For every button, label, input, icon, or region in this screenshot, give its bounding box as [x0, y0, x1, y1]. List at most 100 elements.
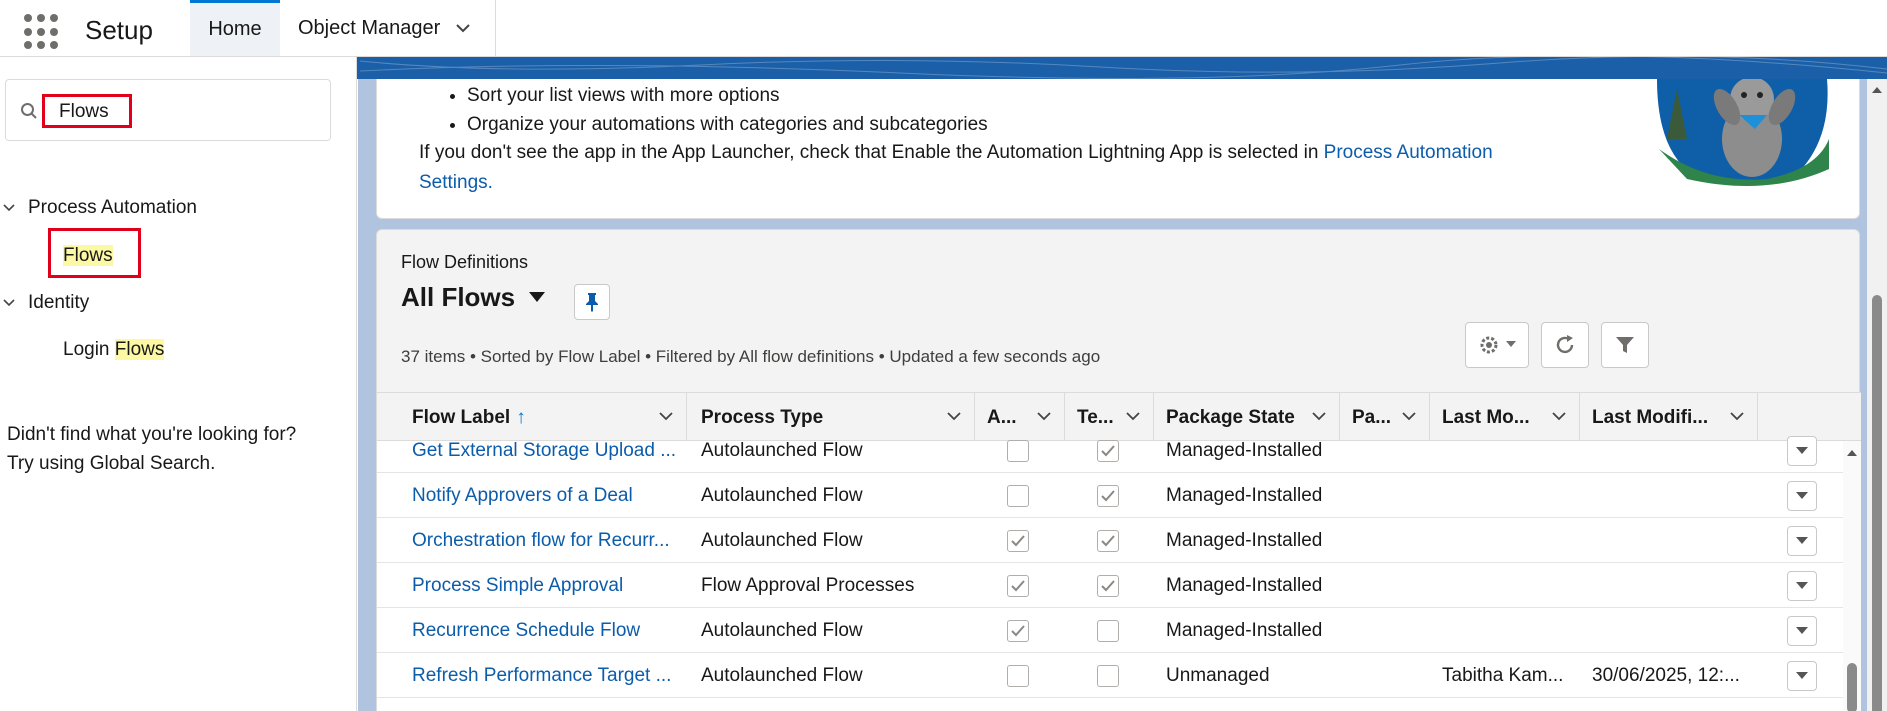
chevron-down-icon[interactable]: [658, 410, 674, 422]
list-view-panel: Flow Definitions All Flows 37 items • So…: [376, 229, 1861, 711]
quick-find-input[interactable]: Flows: [42, 94, 132, 128]
caret-down-icon: [1796, 446, 1808, 454]
cell-row-actions: [1787, 428, 1821, 473]
help-line: Try using Global Search.: [7, 453, 216, 474]
column-label: Process Type: [701, 407, 824, 428]
table-row: Orchestration flow for Recurr... Autolaun…: [377, 518, 1861, 563]
table-row: Get External Storage Upload ... Autolaunc…: [377, 428, 1861, 473]
chevron-down-icon[interactable]: [3, 202, 15, 214]
cell-row-actions: [1787, 563, 1821, 608]
cell-flow-label: Process Simple Approval: [412, 563, 682, 608]
chevron-down-icon[interactable]: [1401, 410, 1417, 422]
main-content: Sort your list views with more options O…: [358, 79, 1887, 711]
tab-home[interactable]: Home: [190, 0, 280, 56]
table-scrollbar[interactable]: [1843, 441, 1861, 711]
chevron-down-icon[interactable]: [3, 297, 15, 309]
template-checkbox: [1097, 439, 1119, 462]
cell-row-actions: [1787, 518, 1821, 563]
chevron-down-icon[interactable]: [1125, 410, 1141, 422]
flow-link[interactable]: Process Simple Approval: [412, 575, 623, 597]
cell-last-modified-date: [1592, 518, 1752, 563]
cell-template: [1097, 428, 1137, 473]
list-view-info: 37 items • Sorted by Flow Label • Filter…: [401, 347, 1101, 366]
flow-link[interactable]: Orchestration flow for Recurr...: [412, 530, 670, 552]
active-checkbox: [1007, 664, 1029, 687]
list-view-controls-button[interactable]: [1465, 322, 1529, 368]
object-label: Flow Definitions: [401, 252, 529, 272]
cell-process-type: Autolaunched Flow: [701, 439, 863, 461]
row-action-button[interactable]: [1787, 435, 1817, 466]
flow-link[interactable]: Notify Approvers of a Deal: [412, 485, 633, 507]
chevron-down-icon[interactable]: [1311, 410, 1327, 422]
sidebar-item-label: Flows: [114, 339, 165, 360]
cell-package-state: Unmanaged: [1166, 664, 1270, 686]
row-action-button[interactable]: [1787, 615, 1817, 646]
chevron-down-icon[interactable]: [1036, 410, 1052, 422]
template-checkbox: [1097, 664, 1119, 687]
gear-icon: [1480, 336, 1498, 354]
flow-link[interactable]: Get External Storage Upload ...: [412, 440, 676, 462]
cell-last-modified-by: Tabitha Kam...: [1442, 664, 1564, 686]
row-action-button[interactable]: [1787, 660, 1817, 691]
tab-object-manager[interactable]: Object Manager: [280, 0, 496, 56]
cell-package-state: Managed-Installed: [1166, 439, 1323, 461]
chevron-down-icon[interactable]: [1551, 410, 1567, 422]
active-checkbox: [1007, 529, 1029, 552]
column-label: Te...: [1077, 407, 1114, 428]
row-action-button[interactable]: [1787, 570, 1817, 601]
cell-pa: [1352, 473, 1422, 518]
scroll-thumb[interactable]: [1847, 663, 1857, 711]
chevron-down-icon[interactable]: [454, 19, 472, 37]
row-action-button[interactable]: [1787, 525, 1817, 556]
column-label: Last Modifi...: [1592, 407, 1709, 428]
chevron-down-icon[interactable]: [1729, 410, 1745, 422]
scroll-up-icon[interactable]: [1867, 83, 1887, 97]
row-action-button[interactable]: [1787, 480, 1817, 511]
sidebar-group-label: Identity: [28, 292, 90, 313]
cell-package-state: Managed-Installed: [1166, 529, 1323, 551]
caret-down-icon[interactable]: [529, 291, 546, 304]
cell-process-type: Autolaunched Flow: [701, 529, 863, 551]
cell-package-state: Managed-Installed: [1166, 484, 1323, 506]
quick-find-box[interactable]: Flows: [5, 79, 331, 141]
scroll-thumb[interactable]: [1872, 295, 1882, 711]
cell-active: [1007, 563, 1047, 608]
filter-button[interactable]: [1601, 322, 1649, 368]
automation-app-promo: Sort your list views with more options O…: [376, 79, 1860, 219]
scroll-up-icon[interactable]: [1843, 447, 1861, 459]
pin-list-view-button[interactable]: [574, 284, 610, 320]
flow-link[interactable]: Refresh Performance Target ...: [412, 665, 671, 687]
app-launcher-icon[interactable]: [24, 14, 60, 50]
column-label: A...: [987, 407, 1017, 428]
caret-down-icon: [1796, 491, 1808, 499]
global-header: Setup Home Object Manager: [0, 0, 1887, 57]
refresh-button[interactable]: [1541, 322, 1589, 368]
cell-last-modified-date: [1592, 428, 1752, 473]
list-view-switcher[interactable]: All Flows: [401, 282, 546, 313]
chevron-down-icon[interactable]: [946, 410, 962, 422]
page-scrollbar[interactable]: [1867, 79, 1887, 711]
cell-last-modified-by: [1442, 518, 1577, 563]
column-label: Flow Label: [412, 407, 511, 428]
sort-ascending-icon: ↑: [516, 407, 526, 428]
cell-last-modified-by: [1442, 563, 1577, 608]
app-name: Setup: [85, 15, 153, 45]
cell-last-modified-date: 30/06/2025, 12:...: [1592, 664, 1740, 686]
sidebar-item-flows[interactable]: Flows: [63, 245, 113, 267]
table-row: Process Simple Approval Flow Approval Pro…: [377, 563, 1861, 608]
cell-flow-label: Refresh Performance Target ...: [412, 653, 682, 698]
cell-last-modified-by: [1442, 473, 1577, 518]
table-row: Notify Approvers of a Deal Autolaunched F…: [377, 473, 1861, 518]
refresh-icon: [1556, 335, 1574, 354]
template-checkbox: [1097, 484, 1119, 507]
flow-link[interactable]: Recurrence Schedule Flow: [412, 620, 640, 642]
cell-last-modified-date: [1592, 608, 1752, 653]
template-checkbox: [1097, 574, 1119, 597]
cell-process-type: Autolaunched Flow: [701, 619, 863, 641]
cell-package-state: Managed-Installed: [1166, 619, 1323, 641]
sidebar-item-login-flows[interactable]: Login Flows: [63, 339, 165, 361]
active-checkbox: [1007, 484, 1029, 507]
cell-flow-label: Recurrence Schedule Flow: [412, 608, 682, 653]
cell-template: [1097, 608, 1137, 653]
cell-pa: [1352, 563, 1422, 608]
